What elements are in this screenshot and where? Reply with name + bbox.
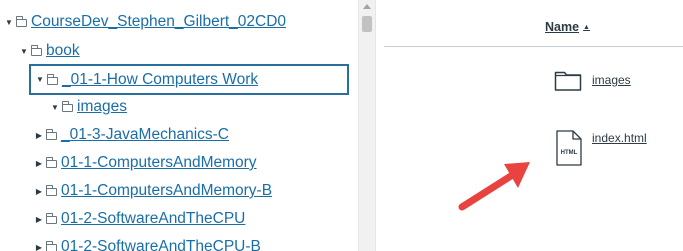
tree-item-label[interactable]: CourseDev_Stephen_Gilbert_02CD0 [31, 13, 286, 31]
tree-item-computers-and-memory[interactable]: ▶ 01-1-ComputersAndMemory [34, 150, 257, 176]
folder-icon [62, 101, 73, 112]
caret-down-icon[interactable]: ▼ [4, 18, 14, 27]
arrow-annotation [458, 162, 530, 211]
tree-item-label[interactable]: 01-1-ComputersAndMemory [61, 154, 257, 172]
scroll-thumb[interactable] [362, 16, 372, 32]
tree-item-javamechanics[interactable]: ▶ _01-3-JavaMechanics-C [34, 122, 229, 148]
folder-icon [46, 129, 57, 140]
caret-down-icon[interactable]: ▼ [19, 47, 29, 56]
folder-icon [46, 241, 57, 251]
file-row-index-html[interactable]: HTML index.html [556, 130, 647, 166]
caret-right-icon[interactable]: ▶ [34, 131, 44, 140]
html-icon-label: HTML [561, 150, 578, 156]
file-name[interactable]: images [592, 73, 631, 87]
caret-down-icon[interactable]: ▼ [35, 75, 45, 84]
caret-down-icon[interactable]: ▼ [50, 103, 60, 112]
pane-divider [376, 0, 384, 251]
folder-icon [47, 73, 58, 85]
scroll-up-icon[interactable] [363, 4, 371, 9]
folder-icon [46, 157, 57, 168]
tree-item-software-and-the-cpu-b[interactable]: ▶ 01-2-SoftwareAndTheCPU-B [34, 234, 261, 251]
html-file-icon: HTML [556, 130, 582, 166]
folder-icon [46, 185, 57, 196]
folder-icon [31, 45, 42, 56]
folder-icon [46, 213, 57, 224]
tree-item-label[interactable]: 01-2-SoftwareAndTheCPU-B [61, 238, 261, 251]
header-divider [384, 46, 683, 47]
tree-item-coursedev[interactable]: ▼ CourseDev_Stephen_Gilbert_02CD0 [4, 9, 286, 35]
tree-item-how-computers-work[interactable]: ▼ _01-1-How Computers Work [29, 64, 349, 95]
folder-icon [554, 71, 582, 91]
tree-item-label[interactable]: book [46, 42, 80, 60]
tree-item-label[interactable]: _01-1-How Computers Work [62, 71, 258, 89]
caret-right-icon[interactable]: ▶ [34, 215, 44, 224]
tree-item-software-and-the-cpu[interactable]: ▶ 01-2-SoftwareAndTheCPU [34, 206, 245, 232]
sort-ascending-icon: ▲ [583, 23, 590, 31]
folder-tree: ▼ CourseDev_Stephen_Gilbert_02CD0 ▼ book… [0, 0, 358, 251]
tree-scrollbar[interactable] [358, 0, 376, 251]
file-name[interactable]: index.html [592, 131, 647, 145]
file-row-images[interactable]: images [554, 68, 631, 92]
caret-right-icon[interactable]: ▶ [34, 187, 44, 196]
tree-item-label[interactable]: 01-1-ComputersAndMemory-B [61, 182, 272, 200]
tree-item-computers-and-memory-b[interactable]: ▶ 01-1-ComputersAndMemory-B [34, 178, 272, 204]
tree-item-label[interactable]: _01-3-JavaMechanics-C [61, 126, 229, 144]
caret-right-icon[interactable]: ▶ [34, 243, 44, 251]
name-header-label[interactable]: Name [545, 20, 579, 34]
folder-icon [16, 16, 27, 27]
tree-item-book[interactable]: ▼ book [19, 38, 80, 64]
tree-item-label[interactable]: 01-2-SoftwareAndTheCPU [61, 210, 245, 228]
tree-item-label[interactable]: images [77, 98, 127, 116]
tree-item-images[interactable]: ▼ images [50, 94, 127, 120]
caret-right-icon[interactable]: ▶ [34, 159, 44, 168]
name-column-header[interactable]: Name ▲ [545, 20, 590, 34]
